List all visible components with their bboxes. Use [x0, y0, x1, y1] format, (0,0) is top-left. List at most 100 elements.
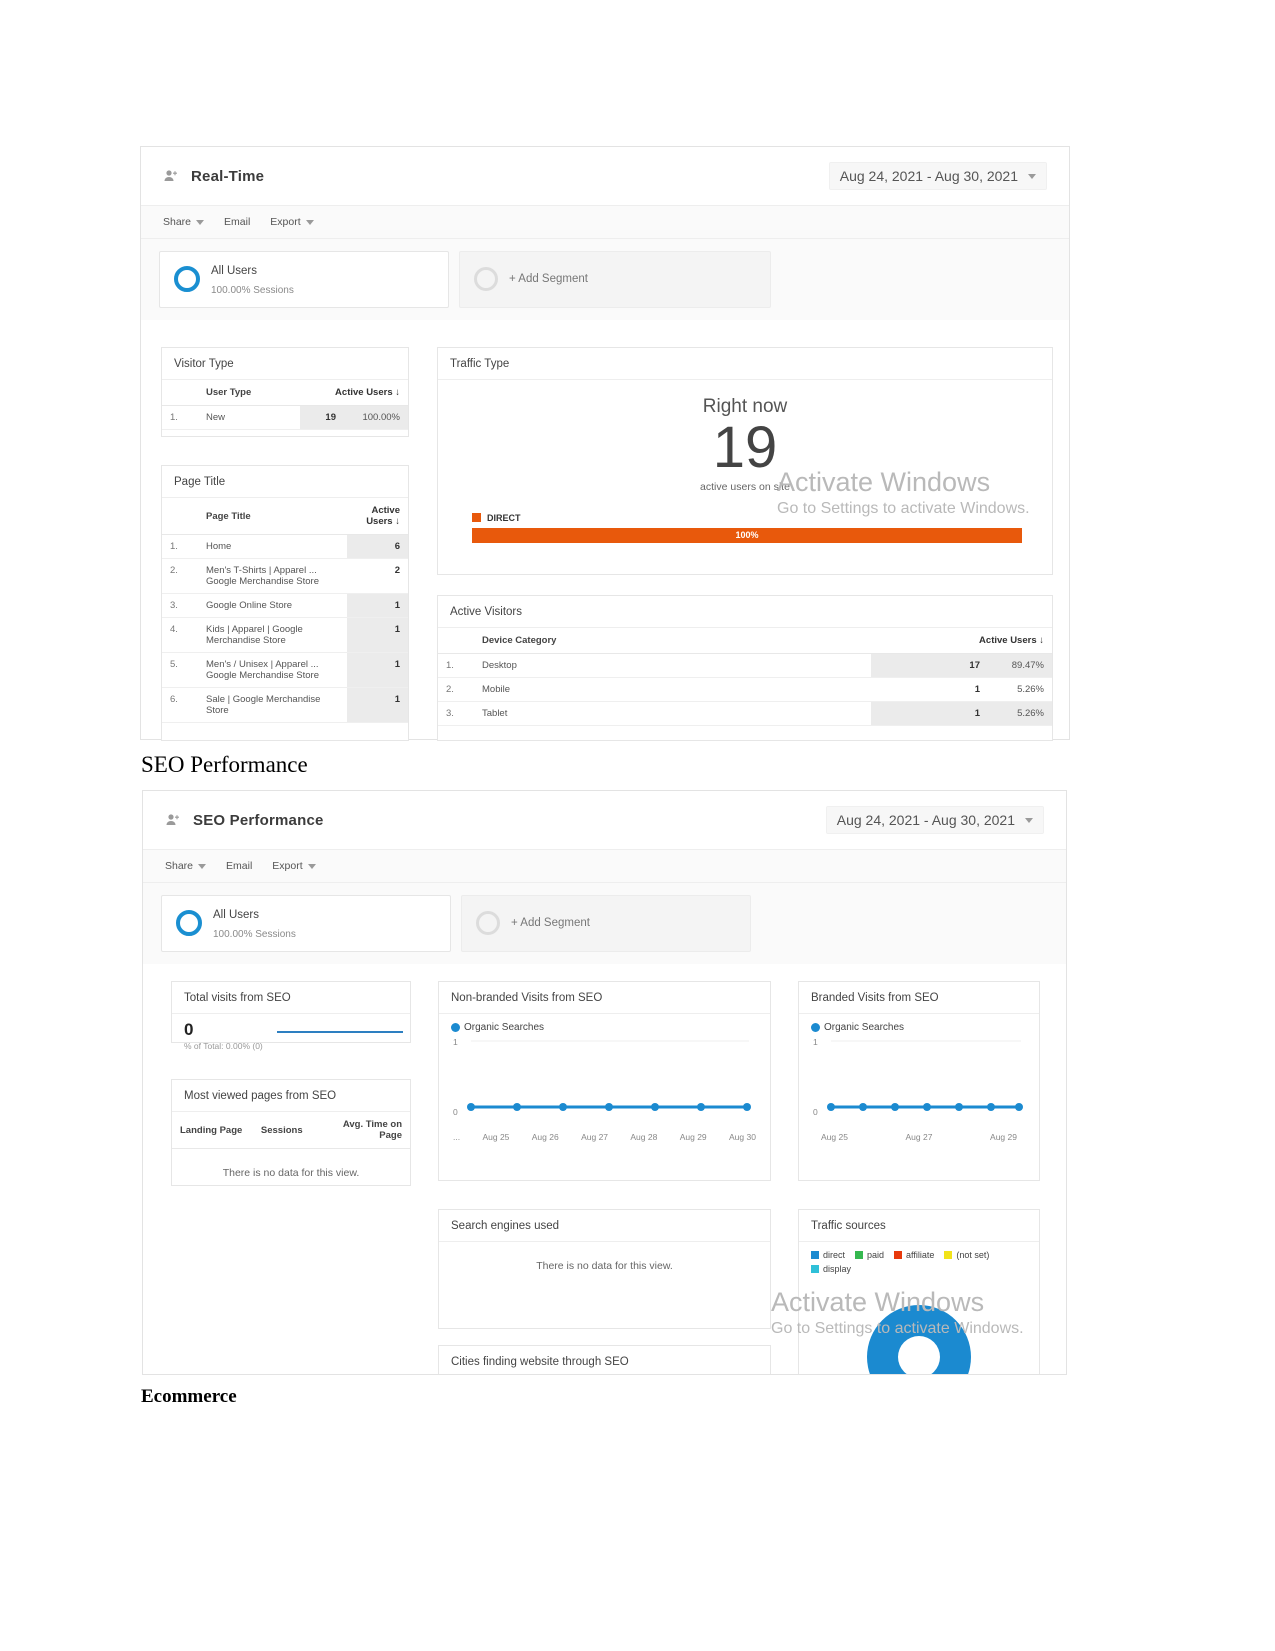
table-row[interactable]: 1. Desktop 17 89.47%: [438, 653, 1052, 678]
export-button[interactable]: Export: [270, 216, 314, 228]
legend-item-direct: direct: [811, 1250, 845, 1260]
table-row[interactable]: 1. New 19 100.00%: [162, 405, 408, 430]
col-avg-time-on-page[interactable]: Avg. Time on Page: [324, 1112, 410, 1149]
row-active-users: 1: [347, 652, 408, 688]
table-header-row: Landing Page Sessions Avg. Time on Page: [172, 1112, 410, 1149]
segment-name: All Users: [211, 265, 258, 277]
legend-label-affiliate: affiliate: [906, 1250, 935, 1260]
legend-item-organic-searches: Organic Searches: [811, 1022, 904, 1033]
traffic-sources-legend: direct paid affiliate (not set) display: [799, 1242, 1039, 1276]
row-active-users: 19: [299, 405, 344, 430]
row-page: Men's / Unisex | Apparel ... Google Merc…: [198, 652, 347, 688]
chevron-down-icon: [307, 863, 316, 869]
row-index: 3.: [162, 593, 198, 618]
table-row[interactable]: 5. Men's / Unisex | Apparel ... Google M…: [162, 652, 408, 688]
row-device: Mobile: [474, 677, 872, 702]
table-row[interactable]: 3. Google Online Store 1: [162, 593, 408, 618]
segment-ring-icon: [176, 910, 202, 937]
branded-x-axis: Aug 25 Aug 27 Aug 29: [799, 1128, 1039, 1150]
chevron-down-icon: [1025, 817, 1033, 823]
date-range-label: Aug 24, 2021 - Aug 30, 2021: [839, 168, 1018, 184]
legend-item-not-set: (not set): [944, 1250, 989, 1260]
segment-all-users[interactable]: All Users 100.00% Sessions: [161, 895, 451, 952]
chevron-down-icon: [198, 863, 207, 869]
col-user-type[interactable]: User Type: [198, 380, 300, 406]
traffic-type-title: Traffic Type: [438, 348, 1052, 380]
traffic-sources-panel: Traffic sources direct paid affiliate (n…: [798, 1209, 1040, 1374]
row-page: Sale | Google Merchandise Store: [198, 687, 347, 723]
legend-swatch-paid: [855, 1251, 864, 1259]
row-active-users: 1: [871, 701, 988, 726]
table-row[interactable]: 1. Home 6: [162, 534, 408, 559]
total-visits-subtext: % of Total: 0.00% (0): [184, 1041, 263, 1051]
total-visits-sparkline: [275, 1023, 415, 1052]
col-active-users[interactable]: Active Users ↓: [299, 380, 408, 406]
email-button[interactable]: Email: [226, 860, 252, 872]
heading-seo-performance: SEO Performance: [141, 752, 308, 777]
segment-all-users[interactable]: All Users 100.00% Sessions: [159, 251, 449, 308]
table-row[interactable]: 3. Tablet 1 5.26%: [438, 701, 1052, 726]
legend-label: Organic Searches: [824, 1022, 905, 1033]
document-page: Real-Time Aug 24, 2021 - Aug 30, 2021 Sh…: [0, 0, 1275, 1651]
total-visits-title: Total visits from SEO: [172, 982, 410, 1014]
segment-ring-icon: [174, 266, 200, 293]
table-row[interactable]: 2. Mobile 1 5.26%: [438, 677, 1052, 702]
branded-chart: 1 0: [799, 1035, 1039, 1128]
segment-sessions: 100.00% Sessions: [213, 928, 296, 940]
x-tick: Aug 30: [729, 1132, 756, 1142]
legend-dot-icon: [811, 1023, 820, 1032]
traffic-sources-donut-chart: [867, 1305, 971, 1374]
non-branded-x-axis: ... Aug 25 Aug 26 Aug 27 Aug 28 Aug 29 A…: [439, 1128, 770, 1150]
legend-item-organic-searches: Organic Searches: [451, 1022, 544, 1033]
date-range-selector[interactable]: Aug 24, 2021 - Aug 30, 2021: [828, 162, 1047, 190]
row-percent: 100.00%: [344, 405, 408, 430]
share-label: Share: [163, 216, 192, 228]
col-page-title[interactable]: Page Title: [198, 498, 347, 535]
x-tick: Aug 25: [482, 1132, 510, 1142]
legend-item-display: display: [811, 1264, 851, 1274]
col-active-users-label: Active Users: [979, 635, 1037, 646]
non-branded-chart: 1 0: [439, 1035, 770, 1128]
table-row[interactable]: 2. Men's T-Shirts | Apparel ... Google M…: [162, 558, 408, 594]
add-segment-button[interactable]: + Add Segment: [461, 895, 751, 952]
col-landing-page[interactable]: Landing Page: [172, 1112, 253, 1149]
col-active-users[interactable]: Active Users ↓: [347, 498, 408, 535]
branded-title: Branded Visits from SEO: [799, 982, 1039, 1014]
chevron-down-icon: [1028, 173, 1036, 179]
col-active-users[interactable]: Active Users ↓: [871, 628, 1052, 654]
row-active-users: 2: [347, 558, 408, 594]
page-title-table: Page Title Active Users ↓ 1. Home 6 2. M…: [162, 498, 408, 723]
col-device-category[interactable]: Device Category: [474, 628, 872, 654]
branded-visits-panel: Branded Visits from SEO Organic Searches…: [798, 981, 1040, 1181]
segment-sessions: 100.00% Sessions: [211, 284, 294, 296]
col-sessions[interactable]: Sessions: [252, 1112, 325, 1149]
share-button[interactable]: Share: [163, 216, 205, 228]
traffic-sources-title: Traffic sources: [799, 1210, 1039, 1242]
email-button[interactable]: Email: [224, 216, 250, 228]
date-range-selector[interactable]: Aug 24, 2021 - Aug 30, 2021: [825, 806, 1044, 834]
most-viewed-pages-panel: Most viewed pages from SEO Landing Page …: [171, 1079, 411, 1186]
y-tick-top: 1: [453, 1037, 458, 1047]
share-button[interactable]: Share: [165, 860, 207, 872]
export-label: Export: [272, 860, 303, 872]
export-button[interactable]: Export: [272, 860, 316, 872]
row-index: 6.: [162, 687, 198, 723]
segment-ring-icon: [474, 267, 498, 292]
index-header: [162, 498, 198, 535]
row-index: 5.: [162, 652, 198, 688]
x-tick: Aug 27: [581, 1132, 609, 1142]
share-label: Share: [165, 860, 194, 872]
table-row[interactable]: 6. Sale | Google Merchandise Store 1: [162, 687, 408, 723]
table-row[interactable]: 4. Kids | Apparel | Google Merchandise S…: [162, 617, 408, 653]
x-tick: Aug 29: [679, 1132, 707, 1142]
table-header-row: Page Title Active Users ↓: [162, 498, 408, 535]
add-segment-button[interactable]: + Add Segment: [459, 251, 771, 308]
page-title: Real-Time: [191, 167, 265, 185]
non-branded-visits-panel: Non-branded Visits from SEO Organic Sear…: [438, 981, 771, 1181]
row-active-users: 1: [347, 687, 408, 723]
traffic-type-panel: Traffic Type Right now 19 active users o…: [437, 347, 1053, 575]
traffic-type-legend: DIRECT: [438, 499, 1052, 528]
active-users-caption: active users on site: [700, 480, 790, 493]
row-percent: 5.26%: [988, 701, 1052, 726]
row-index: 2.: [438, 677, 474, 702]
